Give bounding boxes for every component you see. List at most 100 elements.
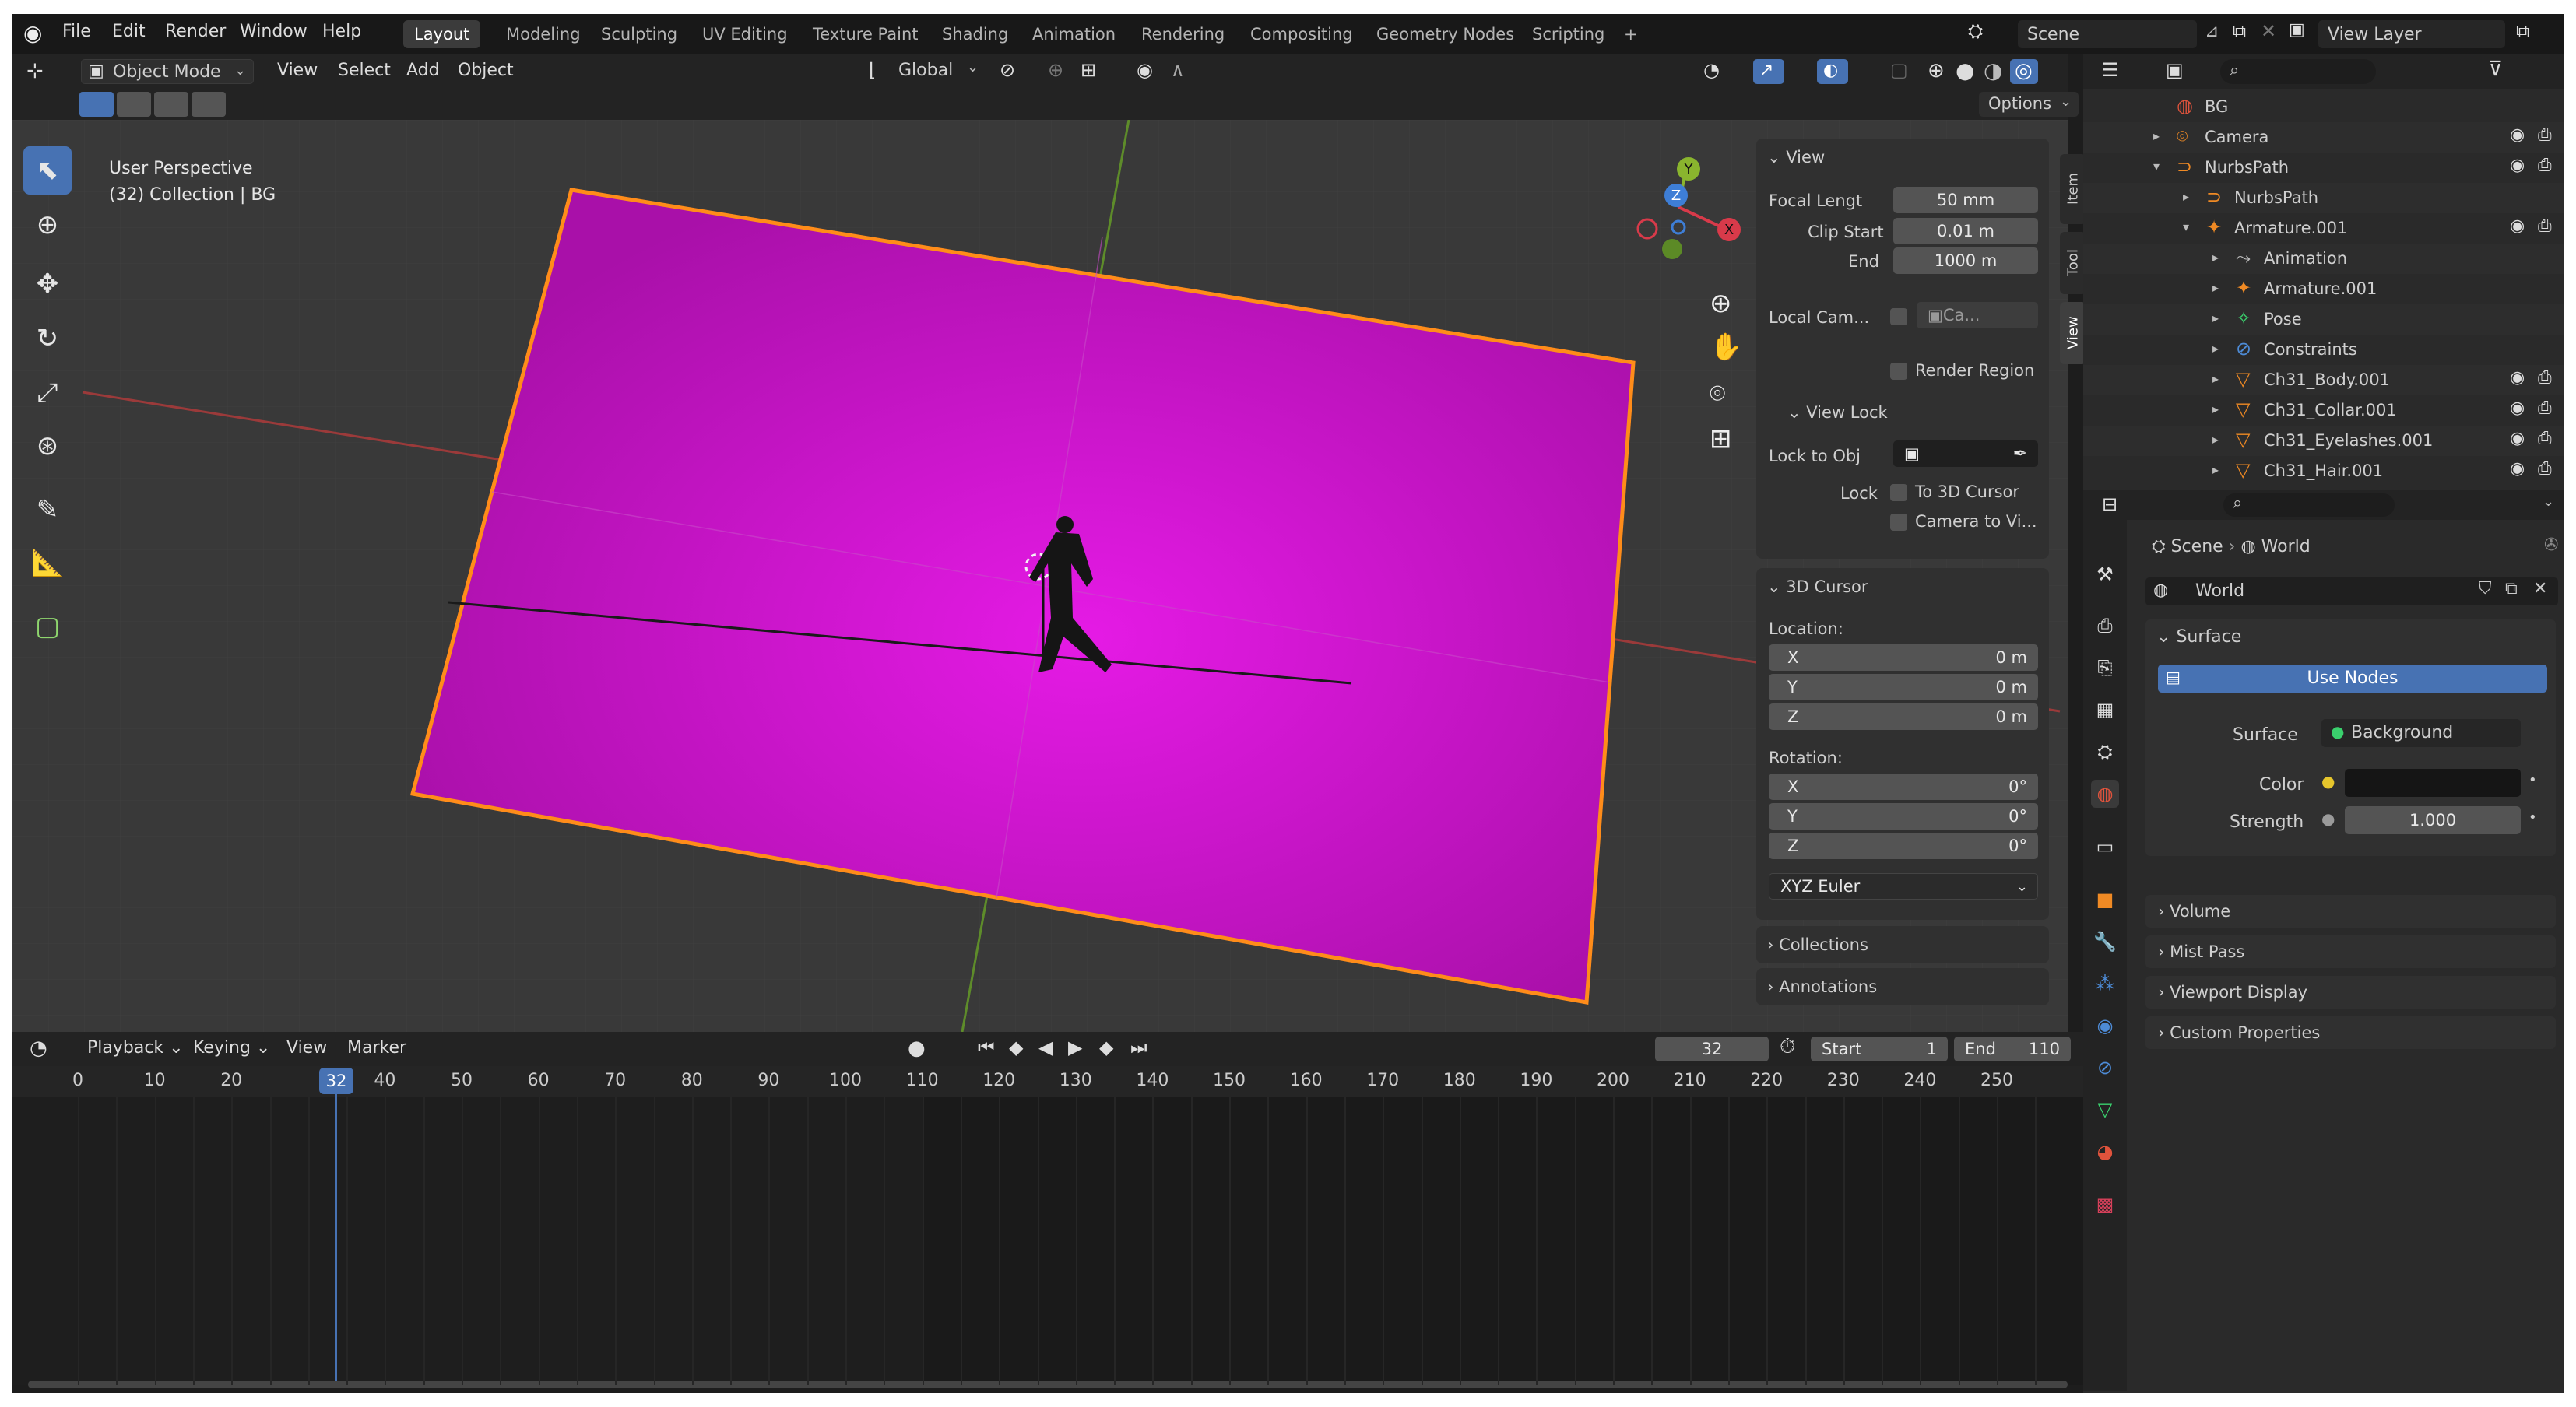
transform-tool[interactable]: ⊛ bbox=[23, 422, 72, 470]
outliner-row[interactable]: ▸ ⊘ Constraints bbox=[2083, 335, 2564, 365]
menu-edit[interactable]: Edit bbox=[112, 22, 146, 41]
playhead-frame-badge[interactable]: 32 bbox=[319, 1068, 353, 1094]
menu-help[interactable]: Help bbox=[322, 22, 361, 41]
surface-shader-selector[interactable]: ● Background bbox=[2321, 719, 2521, 747]
tab-output[interactable]: ⎘ bbox=[2091, 654, 2119, 682]
prev-keyframe-icon[interactable]: ◆ bbox=[1009, 1037, 1023, 1058]
tab-item[interactable]: Item bbox=[2060, 154, 2086, 224]
tab-modeling[interactable]: Modeling bbox=[495, 20, 592, 48]
tab-scripting[interactable]: Scripting bbox=[1521, 20, 1615, 48]
menu-keying[interactable]: Keying ⌄ bbox=[193, 1038, 270, 1058]
rotation-mode-dropdown[interactable]: XYZ Euler ⌄ bbox=[1769, 873, 2038, 900]
outliner-row[interactable]: ▸ ▽ Ch31_Body.001 ◉ ⎙ bbox=[2083, 365, 2564, 395]
editor-type-icon[interactable]: ⊹ bbox=[26, 59, 44, 82]
snap-target-icon[interactable]: ⊞ bbox=[1081, 59, 1096, 81]
breadcrumb-world[interactable]: World bbox=[2261, 537, 2311, 556]
filter-icon[interactable]: ⊽ bbox=[2488, 58, 2503, 81]
delete-scene-icon[interactable]: ✕ bbox=[2261, 20, 2276, 42]
tab-geometry-nodes[interactable]: Geometry Nodes bbox=[1365, 20, 1525, 48]
cursor-location-x[interactable]: X 0 m bbox=[1769, 644, 2038, 671]
tab-scene[interactable]: ⛭ bbox=[2091, 738, 2119, 766]
shading-wireframe-icon[interactable]: ⊕ bbox=[1928, 59, 1945, 82]
fake-user-icon[interactable]: ⛉ bbox=[2479, 579, 2492, 598]
tab-layout[interactable]: Layout bbox=[403, 20, 481, 48]
eye-visibility-icon[interactable]: ◉ bbox=[2510, 216, 2525, 236]
play-reverse-icon[interactable]: ◀ bbox=[1038, 1037, 1053, 1058]
view-layer-icon[interactable]: ▣ bbox=[2289, 20, 2305, 40]
perspective-toggle-icon[interactable]: ⊞ bbox=[1710, 423, 1732, 454]
orientation-label[interactable]: Global bbox=[898, 61, 953, 80]
jump-start-icon[interactable]: ⏮ bbox=[978, 1037, 995, 1058]
xray-icon[interactable]: ▢ bbox=[1890, 59, 1908, 81]
display-mode-icon[interactable]: ▣ bbox=[2166, 59, 2184, 81]
tab-rendering[interactable]: Rendering bbox=[1130, 20, 1235, 48]
cursor-location-y[interactable]: Y 0 m bbox=[1769, 674, 2038, 700]
lock-to-object-field[interactable]: ▣ ✒ bbox=[1893, 440, 2038, 467]
cursor-rotation-x[interactable]: X 0° bbox=[1769, 774, 2038, 800]
select-new-icon[interactable] bbox=[79, 92, 114, 117]
view-lock-header[interactable]: ⌄ View Lock bbox=[1787, 403, 1888, 422]
local-camera-checkbox[interactable] bbox=[1890, 308, 1907, 325]
render-region-checkbox[interactable] bbox=[1890, 363, 1907, 380]
collections-section[interactable]: › Collections bbox=[1756, 926, 2049, 963]
outliner-editor-icon[interactable]: ☰ bbox=[2102, 59, 2119, 81]
tab-constraints[interactable]: ⊘ bbox=[2091, 1054, 2119, 1082]
disclosure-triangle-icon[interactable]: ▸ bbox=[2212, 371, 2219, 386]
unlink-icon[interactable]: ✕ bbox=[2533, 579, 2547, 598]
gizmo-toggle[interactable]: ↗ bbox=[1753, 59, 1784, 84]
outliner-row[interactable]: ▸ ⤳ Animation bbox=[2083, 244, 2564, 274]
gizmo-z-axis[interactable]: Z bbox=[1664, 184, 1688, 207]
eye-visibility-icon[interactable]: ◉ bbox=[2510, 125, 2525, 145]
tab-sculpting[interactable]: Sculpting bbox=[590, 20, 688, 48]
tab-world[interactable]: ◍ bbox=[2091, 780, 2119, 808]
select-box-tool[interactable]: ⬉ bbox=[23, 146, 72, 195]
gizmo-y-axis[interactable]: Y bbox=[1677, 157, 1700, 181]
keyframe-dot-icon[interactable]: • bbox=[2529, 772, 2537, 788]
overlays-toggle[interactable]: ◐ bbox=[1817, 59, 1848, 84]
shading-solid-icon[interactable]: ● bbox=[1956, 58, 1974, 83]
eyedropper-icon[interactable]: ✒ bbox=[2013, 444, 2027, 464]
select-extend-icon[interactable] bbox=[117, 92, 151, 117]
disclosure-triangle-icon[interactable]: ▾ bbox=[2183, 219, 2189, 234]
shading-rendered-toggle[interactable]: ◎ bbox=[2010, 59, 2038, 84]
new-view-layer-icon[interactable]: ⧉ bbox=[2516, 20, 2529, 42]
mist-pass-panel[interactable]: › Mist Pass bbox=[2145, 935, 2556, 968]
disclosure-triangle-icon[interactable]: ▸ bbox=[2212, 402, 2219, 416]
timeline-area[interactable] bbox=[12, 1097, 2083, 1385]
volume-panel[interactable]: › Volume bbox=[2145, 895, 2556, 928]
outliner-row[interactable]: ▸ ▽ Ch31_Collar.001 ◉ ⎙ bbox=[2083, 395, 2564, 426]
record-icon[interactable]: ● bbox=[908, 1037, 926, 1060]
menu-timeline-view[interactable]: View bbox=[286, 1038, 327, 1058]
annotate-tool[interactable]: ✎ bbox=[23, 486, 72, 534]
viewport-display-panel[interactable]: › Viewport Display bbox=[2145, 976, 2556, 1009]
playhead-line[interactable] bbox=[335, 1094, 337, 1385]
strength-field[interactable]: 1.000 bbox=[2345, 806, 2521, 834]
outliner-row[interactable]: ◍ BG bbox=[2083, 92, 2564, 122]
menu-select[interactable]: Select bbox=[338, 61, 391, 80]
disclosure-triangle-icon[interactable]: ▸ bbox=[2212, 462, 2219, 477]
disclosure-triangle-icon[interactable]: ▸ bbox=[2212, 280, 2219, 295]
focal-length-field[interactable]: 50 mm bbox=[1893, 187, 2038, 213]
outliner-row[interactable]: ▾ ✦ Armature.001 ◉ ⎙ bbox=[2083, 213, 2564, 244]
tab-view[interactable]: View bbox=[2060, 302, 2086, 364]
eye-visibility-icon[interactable]: ◉ bbox=[2510, 459, 2525, 479]
pin-icon[interactable]: ⊿ bbox=[2205, 22, 2219, 41]
rotate-tool[interactable]: ↻ bbox=[23, 314, 72, 363]
tab-shading[interactable]: Shading bbox=[931, 20, 1019, 48]
render-camera-icon[interactable]: ⎙ bbox=[2538, 459, 2552, 479]
camera-to-view-checkbox[interactable] bbox=[1890, 514, 1907, 531]
cursor-rotation-y[interactable]: Y 0° bbox=[1769, 803, 2038, 830]
custom-properties-panel[interactable]: › Custom Properties bbox=[2145, 1016, 2556, 1049]
disclosure-triangle-icon[interactable]: ▸ bbox=[2212, 432, 2219, 447]
keyframe-dot-icon[interactable]: • bbox=[2529, 809, 2537, 826]
tab-modifiers[interactable]: 🔧 bbox=[2091, 928, 2119, 956]
tab-tool[interactable]: Tool bbox=[2060, 232, 2086, 294]
measure-tool[interactable]: 📐 bbox=[23, 539, 72, 587]
gizmo-x-axis[interactable]: X bbox=[1717, 218, 1741, 241]
color-socket-icon[interactable]: ● bbox=[2321, 772, 2335, 791]
transform-orientation-icon[interactable]: ⌊ bbox=[869, 59, 876, 81]
menu-playback[interactable]: Playback ⌄ bbox=[87, 1038, 184, 1058]
menu-render[interactable]: Render bbox=[165, 22, 226, 41]
current-frame-field[interactable]: 32 bbox=[1655, 1037, 1769, 1061]
properties-editor-icon[interactable]: ⊟ bbox=[2102, 493, 2117, 515]
